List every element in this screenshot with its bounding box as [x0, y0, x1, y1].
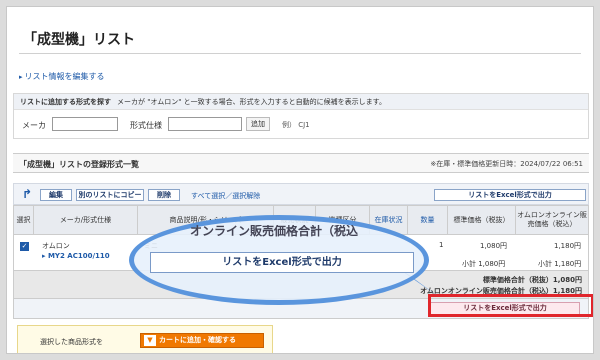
- callout-partial-text: オンライン販売価格合計（税込: [189, 225, 358, 238]
- page-frame: 「成型機」リスト ▸ リスト情報を編集する リストに追加する形式を探す メーカが "…: [6, 6, 594, 354]
- callout-excel-button[interactable]: リストをExcel形式で出力: [150, 252, 414, 273]
